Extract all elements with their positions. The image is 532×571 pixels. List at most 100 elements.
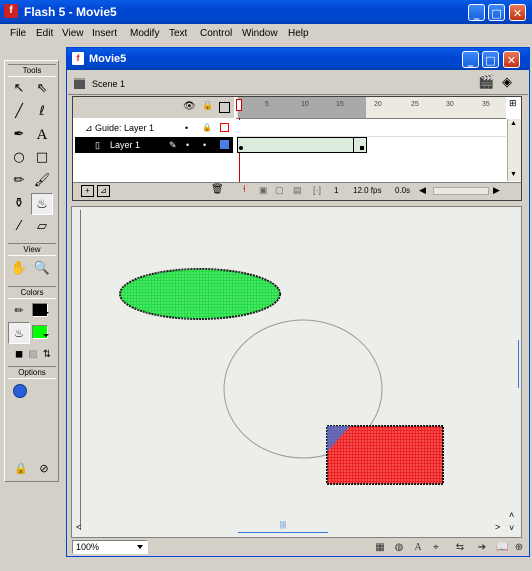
guide-layer-icon: ⊿: [85, 123, 93, 133]
timeline-scroll-down-icon[interactable]: ▼: [510, 171, 517, 178]
zoom-tool-icon[interactable]: 🔍: [31, 258, 53, 280]
movie-doc-icon: f: [72, 52, 84, 65]
edit-symbol-icon[interactable]: ◈: [502, 75, 512, 90]
menu-view[interactable]: View: [62, 28, 84, 39]
frame-rate: 12.0 fps: [353, 186, 382, 195]
movie-explorer-icon[interactable]: ⇆: [454, 542, 466, 554]
doc-maximize-button[interactable]: □: [482, 51, 499, 68]
app-title-bar: f Flash 5 - Movie5 _ □ ✕: [0, 0, 532, 24]
frame-tick: 5: [265, 101, 269, 108]
layer-lock-dot[interactable]: •: [203, 137, 206, 153]
center-frame-icon[interactable]: ⍿: [243, 184, 246, 195]
layer-row-layer1[interactable]: ▯ Layer 1 ✎ • •: [75, 137, 233, 153]
maximize-button[interactable]: □: [488, 4, 505, 21]
components-panel-icon[interactable]: ⊕: [513, 542, 525, 554]
lock-column-icon[interactable]: 🔒: [202, 101, 213, 111]
timeline-footer: + ⊿ 🗑 ⍿ ▣ ▢ ▤ [·] 1 12.0 fps 0.0s ◀ ▶: [73, 182, 521, 200]
lasso-tool-icon[interactable]: ℓ: [31, 101, 53, 123]
paint-bucket-tool-icon[interactable]: ♨: [31, 193, 53, 215]
options-heading: Options: [8, 366, 56, 379]
edit-scene-icon[interactable]: 🎬: [478, 75, 494, 90]
layer-header-row: 👁 🔒: [73, 97, 234, 118]
subselect-tool-icon[interactable]: ⇖: [31, 78, 53, 100]
playhead-icon[interactable]: [236, 99, 242, 111]
zoom-select[interactable]: 100%: [72, 540, 148, 554]
view-heading: View: [8, 243, 56, 256]
rectangle-tool-icon[interactable]: □: [31, 147, 53, 169]
pen-tool-icon[interactable]: ✒: [8, 124, 30, 146]
menu-help[interactable]: Help: [288, 28, 309, 39]
doc-minimize-button[interactable]: _: [462, 51, 479, 68]
eyedropper-tool-icon[interactable]: ⁄: [8, 216, 30, 238]
stage-h-scroll-thumb[interactable]: |||: [238, 520, 328, 533]
menu-file[interactable]: File: [10, 28, 26, 39]
add-layer-icon[interactable]: +: [81, 185, 94, 197]
delete-layer-icon[interactable]: 🗑: [211, 184, 224, 195]
stage-scroll-left-icon[interactable]: ˂: [76, 522, 81, 532]
hand-tool-icon[interactable]: ✋: [8, 258, 30, 280]
layer-pencil-icon: ✎: [169, 140, 177, 150]
layer-outline-color[interactable]: [220, 123, 229, 132]
layer-visible-dot[interactable]: •: [186, 137, 189, 153]
stage-scroll-up-icon[interactable]: ˄: [509, 510, 514, 520]
menu-modify[interactable]: Modify: [130, 28, 159, 39]
doc-close-button[interactable]: ✕: [503, 51, 520, 68]
elapsed-time: 0.0s: [395, 186, 411, 195]
stage-scroll-right-icon[interactable]: ˃: [495, 522, 500, 532]
fill-color-dropdown-icon[interactable]: [43, 334, 49, 337]
layer1-frames-span[interactable]: [237, 137, 367, 153]
eye-column-icon[interactable]: 👁: [183, 101, 196, 112]
onion-outlines-icon[interactable]: ▢: [275, 185, 284, 196]
add-guide-layer-icon[interactable]: ⊿: [97, 185, 110, 197]
snap-option-icon[interactable]: [13, 384, 27, 398]
stroke-color-dropdown-icon[interactable]: [43, 312, 49, 315]
arrow-tool-icon[interactable]: ↖: [8, 78, 30, 100]
layer-page-icon: ▯: [95, 140, 100, 150]
timeline-scroll-up-icon[interactable]: ▲: [510, 120, 517, 127]
oval-tool-icon[interactable]: ○: [8, 147, 30, 169]
swap-colors-icon[interactable]: ⇅: [36, 344, 58, 366]
layer-row-guide[interactable]: ⊿ Guide: Layer 1 • 🔒: [75, 120, 233, 136]
onion-skin-icon[interactable]: ▣: [259, 185, 268, 196]
eraser-tool-icon[interactable]: ▱: [31, 216, 53, 238]
text-tool-icon[interactable]: A: [31, 124, 53, 146]
library-panel-icon[interactable]: 📖: [496, 542, 508, 554]
actions-panel-icon[interactable]: ➔: [476, 542, 488, 554]
timeline-h-scrollbar[interactable]: [433, 187, 489, 195]
outline-column-icon[interactable]: [219, 102, 230, 113]
keyframe-dot[interactable]: [239, 146, 243, 150]
menu-control[interactable]: Control: [200, 28, 232, 39]
layer-lock-icon[interactable]: 🔒: [202, 120, 212, 136]
menu-edit[interactable]: Edit: [36, 28, 53, 39]
menu-window[interactable]: Window: [242, 28, 278, 39]
timeline-menu-icon[interactable]: ⊞: [509, 99, 517, 109]
line-tool-icon[interactable]: ╱: [8, 101, 30, 123]
scene-bar: Scene 1 🎬 ◈: [68, 72, 528, 95]
edit-multiple-frames-icon[interactable]: ▤: [293, 185, 302, 196]
mixer-panel-icon[interactable]: ◍: [393, 542, 405, 554]
lock-fill-icon[interactable]: 🔒: [10, 458, 32, 480]
scroll-left-icon[interactable]: ◀: [419, 185, 426, 196]
brush-tool-icon[interactable]: 🖌: [31, 170, 53, 192]
modify-onion-markers-icon[interactable]: [·]: [313, 185, 321, 195]
end-keyframe[interactable]: [353, 138, 354, 152]
menu-text[interactable]: Text: [169, 28, 187, 39]
stage-scroll-down-icon[interactable]: ˅: [509, 523, 514, 533]
layer-visible-dot[interactable]: •: [185, 120, 188, 136]
transform-fill-icon[interactable]: ⊘: [33, 458, 55, 480]
zoom-dropdown-icon[interactable]: [137, 545, 143, 549]
ink-bottle-tool-icon[interactable]: ⚱: [8, 193, 30, 215]
layer-outline-color[interactable]: [220, 140, 229, 149]
instance-panel-icon[interactable]: ⌖: [430, 542, 442, 554]
scroll-right-icon[interactable]: ▶: [493, 185, 500, 196]
menu-insert[interactable]: Insert: [92, 28, 117, 39]
minimize-button[interactable]: _: [468, 4, 485, 21]
character-panel-icon[interactable]: A: [412, 542, 424, 554]
fill-bucket-icon[interactable]: ♨: [8, 322, 30, 344]
close-button[interactable]: ✕: [509, 4, 526, 21]
colors-heading: Colors: [8, 286, 56, 299]
stage-v-scrollbar[interactable]: [508, 340, 519, 388]
scene-label: Scene 1: [92, 79, 126, 89]
info-panel-icon[interactable]: ▦: [374, 542, 386, 554]
pencil-tool-icon[interactable]: ✏: [8, 170, 30, 192]
